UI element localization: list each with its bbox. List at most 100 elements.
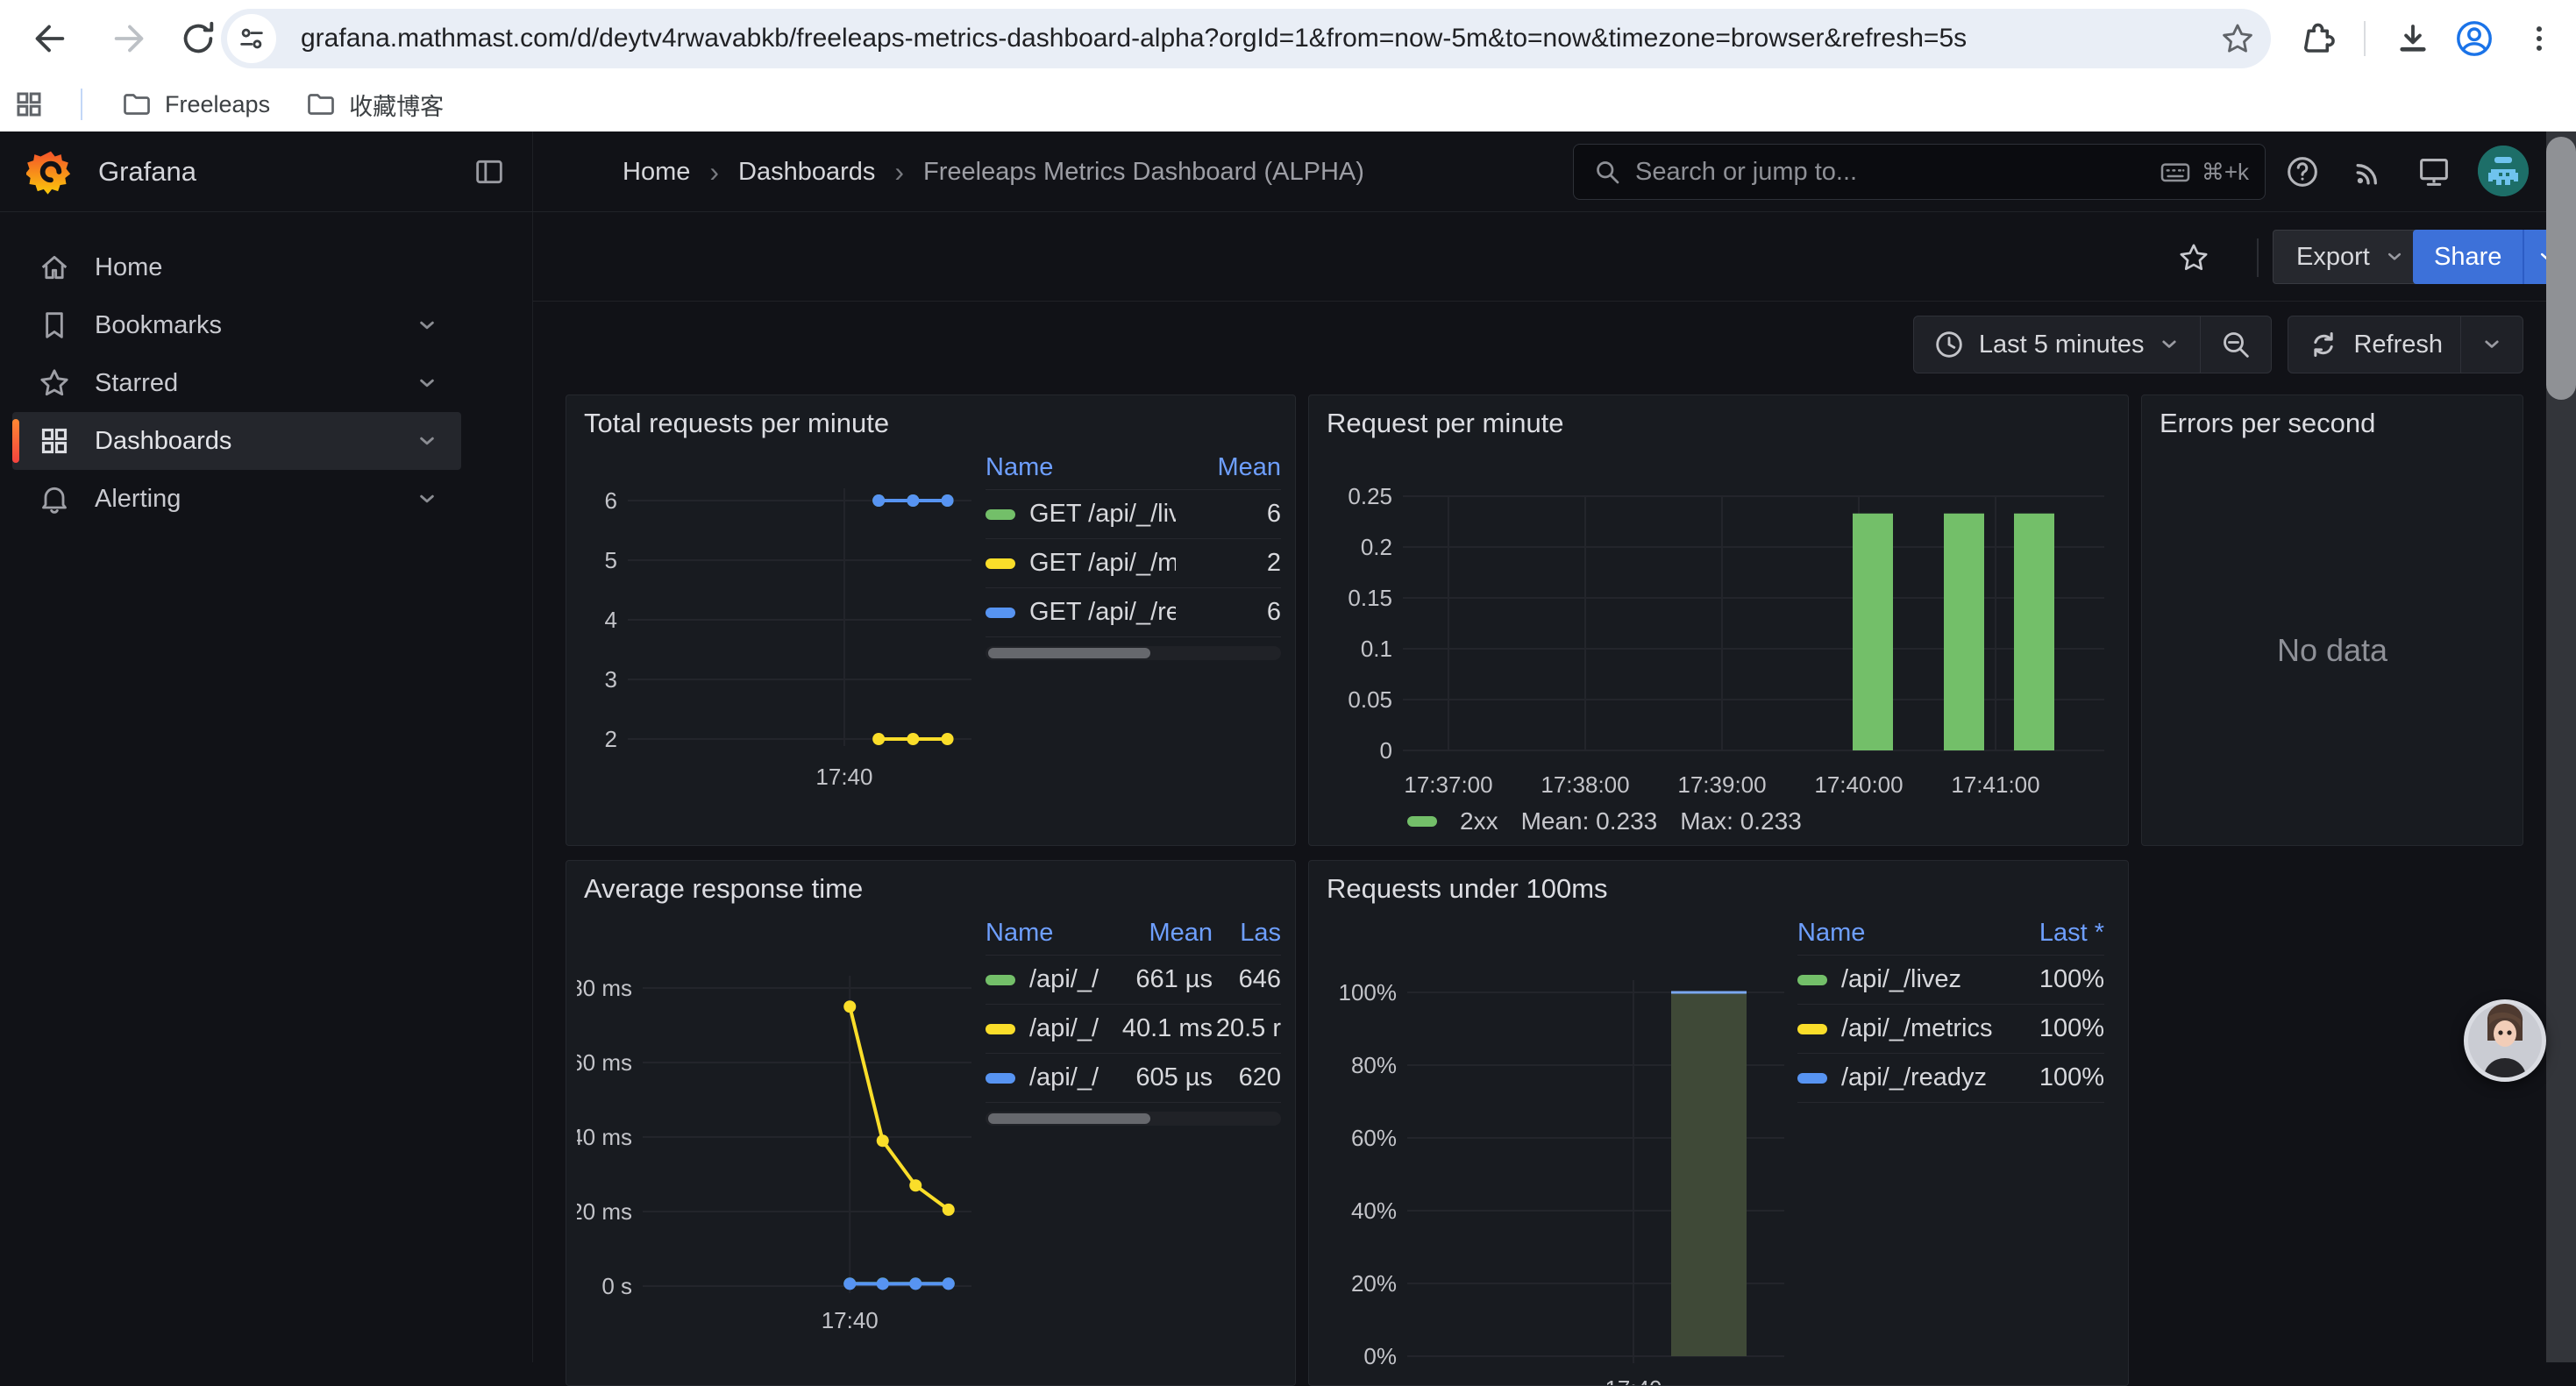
address-bar[interactable]: grafana.mathmast.com/d/deytv4rwavabkb/fr… xyxy=(221,9,2271,68)
y-axis-tick: 60 ms xyxy=(577,1049,632,1076)
bell-icon xyxy=(37,481,72,516)
rpm-legend[interactable]: 2xx Mean: 0.233 Max: 0.233 xyxy=(1407,807,1802,835)
sidebar-item-label: Alerting xyxy=(95,485,181,514)
legend-row[interactable]: /api/_/metrics40.1 ms20.5 r xyxy=(986,1005,1281,1054)
sidebar-item-dashboards[interactable]: Dashboards xyxy=(12,412,461,470)
kiosk-monitor-icon[interactable] xyxy=(2409,147,2459,196)
column-header-name[interactable]: Name xyxy=(986,453,1176,482)
table-hscrollbar-thumb[interactable] xyxy=(988,648,1150,658)
sidebar-item-bookmarks[interactable]: Bookmarks xyxy=(12,296,461,354)
legend-row[interactable]: /api/_/readyz605 µs620 xyxy=(986,1054,1281,1103)
table-hscrollbar-thumb[interactable] xyxy=(988,1113,1150,1124)
y-axis-tick: 20 ms xyxy=(577,1198,632,1225)
breadcrumb-separator: › xyxy=(894,156,904,188)
zoom-out-icon xyxy=(2218,327,2253,362)
bookmark-blogs[interactable]: 收藏博客 xyxy=(288,81,461,129)
legend-row[interactable]: GET /api/_/livez6 xyxy=(986,490,1281,539)
breadcrumb: Home › Dashboards › Freeleaps Metrics Da… xyxy=(623,131,1364,212)
breadcrumb-home[interactable]: Home xyxy=(623,158,690,187)
column-header-mean[interactable]: Mean xyxy=(1099,919,1213,948)
table-hscrollbar[interactable] xyxy=(986,1112,1281,1126)
series-name: /api/_/readyz xyxy=(1029,1063,1099,1092)
series-value: 100% xyxy=(1999,965,2104,994)
search-placeholder: Search or jump to... xyxy=(1635,158,2158,187)
news-rss-icon[interactable] xyxy=(2345,147,2394,196)
sidebar-menu: Home Bookmarks Starred Dashbo xyxy=(12,238,461,528)
user-avatar[interactable] xyxy=(2478,146,2529,196)
sidebar: Grafana Home Bookmarks xyxy=(0,131,533,1362)
series-color-pill xyxy=(986,1073,1015,1084)
series-color-pill xyxy=(986,975,1015,985)
url-text[interactable]: grafana.mathmast.com/d/deytv4rwavabkb/fr… xyxy=(301,24,2210,53)
legend-row[interactable]: /api/_/livez661 µs646 xyxy=(986,956,1281,1005)
refresh-button[interactable]: Refresh xyxy=(2288,316,2460,373)
downloads-icon[interactable] xyxy=(2387,12,2439,65)
panel-under-100ms: Requests under 100ms 100%80%60%40%20%0%1… xyxy=(1308,860,2129,1386)
folder-icon xyxy=(305,89,337,120)
series-value: 6 xyxy=(1176,500,1281,529)
sidebar-item-starred[interactable]: Starred xyxy=(12,354,461,412)
x-axis-tick: 17:40:00 xyxy=(1814,771,1903,798)
column-header-las[interactable]: Las xyxy=(1213,919,1281,948)
x-axis-tick: 17:40 xyxy=(822,1307,879,1333)
site-settings-icon[interactable] xyxy=(227,14,276,63)
total-requests-legend-table: NameMean GET /api/_/livez6GET /api/_/metr… xyxy=(986,446,1281,660)
page-scrollbar-thumb[interactable] xyxy=(2546,137,2576,400)
panel-title[interactable]: Total requests per minute xyxy=(584,408,889,439)
table-hscrollbar[interactable] xyxy=(986,646,1281,660)
series-value: 100% xyxy=(1999,1063,2104,1092)
search-shortcut: ⌘+k xyxy=(2158,154,2249,189)
sidebar-item-alerting[interactable]: Alerting xyxy=(12,470,461,528)
grafana-logo[interactable] xyxy=(26,147,75,196)
chevron-down-icon[interactable] xyxy=(412,484,442,514)
chevron-down-icon[interactable] xyxy=(412,310,442,340)
series-value: 2 xyxy=(1176,549,1281,578)
chevron-down-icon[interactable] xyxy=(412,426,442,456)
column-header-last-[interactable]: Last * xyxy=(1999,919,2104,948)
browser-back-icon[interactable] xyxy=(23,12,75,65)
floating-assistant-avatar[interactable] xyxy=(2464,999,2546,1082)
column-header-mean[interactable]: Mean xyxy=(1176,453,1281,482)
apps-grid-icon[interactable] xyxy=(0,89,58,120)
panel-title[interactable]: Errors per second xyxy=(2160,408,2375,439)
zoom-out-button[interactable] xyxy=(2201,316,2271,373)
y-axis-tick: 40 ms xyxy=(577,1124,632,1150)
x-axis-tick: 17:38:00 xyxy=(1541,771,1629,798)
y-axis-tick: 4 xyxy=(605,607,617,633)
browser-reload-icon[interactable] xyxy=(172,12,224,65)
extensions-icon[interactable] xyxy=(2290,12,2343,65)
legend-row[interactable]: /api/_/readyz100% xyxy=(1797,1054,2104,1103)
panel-title[interactable]: Average response time xyxy=(584,873,863,905)
series-name: /api/_/livez xyxy=(1029,965,1099,994)
refresh-interval-caret[interactable] xyxy=(2461,316,2523,373)
panel-title[interactable]: Requests under 100ms xyxy=(1327,873,1608,905)
panel-title[interactable]: Request per minute xyxy=(1327,408,1564,439)
share-label[interactable]: Share xyxy=(2413,230,2523,284)
export-button[interactable]: Export xyxy=(2273,230,2430,284)
legend-row[interactable]: GET /api/_/readyz6 xyxy=(986,588,1281,637)
browser-menu-icon[interactable] xyxy=(2513,12,2565,65)
y-axis-tick: 3 xyxy=(605,666,617,693)
sidebar-item-label: Bookmarks xyxy=(95,311,222,340)
chevron-down-icon xyxy=(2156,331,2182,358)
dashboards-grid-icon xyxy=(37,423,72,458)
profile-icon[interactable] xyxy=(2448,12,2501,65)
search-input[interactable]: Search or jump to... ⌘+k xyxy=(1573,144,2266,200)
help-icon[interactable] xyxy=(2278,147,2327,196)
sidebar-item-home[interactable]: Home xyxy=(12,238,461,296)
breadcrumb-dashboards[interactable]: Dashboards xyxy=(738,158,875,187)
bookmark-star-icon[interactable] xyxy=(2210,11,2266,67)
bookmark-freeleaps[interactable]: Freeleaps xyxy=(103,82,288,127)
legend-row[interactable]: /api/_/livez100% xyxy=(1797,956,2104,1005)
favorite-star-icon[interactable] xyxy=(2166,230,2222,286)
y-axis-tick: 80% xyxy=(1351,1052,1397,1078)
legend-row[interactable]: /api/_/metrics100% xyxy=(1797,1005,2104,1054)
column-header-name[interactable]: Name xyxy=(986,919,1099,948)
column-header-name[interactable]: Name xyxy=(1797,919,1999,948)
chevron-down-icon[interactable] xyxy=(412,368,442,398)
y-axis-tick: 5 xyxy=(605,547,617,573)
brand-title: Grafana xyxy=(98,156,196,188)
sidebar-collapse-icon[interactable] xyxy=(468,151,510,193)
time-range-picker[interactable]: Last 5 minutes xyxy=(1914,316,2201,373)
legend-row[interactable]: GET /api/_/metrics2 xyxy=(986,539,1281,588)
